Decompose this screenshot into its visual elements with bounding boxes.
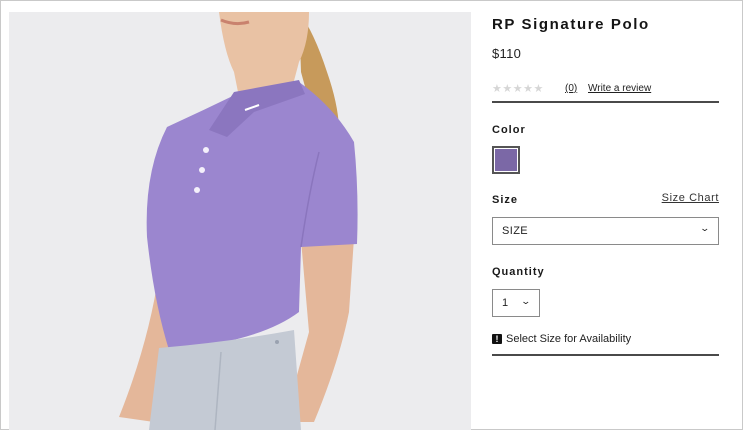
- size-chart-link[interactable]: Size Chart: [662, 192, 719, 204]
- size-select-value: SIZE: [502, 225, 529, 237]
- product-title: RP Signature Polo: [492, 16, 650, 33]
- write-review-link[interactable]: Write a review: [588, 83, 651, 94]
- size-label: Size: [492, 194, 519, 206]
- color-label: Color: [492, 124, 526, 136]
- divider: [492, 101, 719, 103]
- color-swatch-fill: [495, 149, 517, 171]
- chevron-down-icon: ⌄: [699, 223, 711, 233]
- quantity-label: Quantity: [492, 266, 545, 278]
- color-swatch-selected[interactable]: [492, 146, 520, 174]
- availability-text: Select Size for Availability: [506, 333, 632, 345]
- star-rating-icon: ★★★★★: [492, 83, 544, 95]
- size-select[interactable]: SIZE ⌄: [492, 217, 719, 245]
- product-photo-illustration: [9, 12, 471, 430]
- review-count-link[interactable]: (0): [565, 83, 577, 94]
- product-price: $110: [492, 46, 522, 61]
- quantity-select-value: 1: [502, 297, 509, 309]
- product-image: [9, 12, 471, 430]
- chevron-down-icon: ⌄: [520, 296, 532, 306]
- divider: [492, 354, 719, 356]
- exclamation-icon: !: [492, 334, 502, 344]
- rating-row: ★★★★★ (0) Write a review: [492, 82, 719, 102]
- quantity-select[interactable]: 1 ⌄: [492, 289, 540, 317]
- availability-message: ! Select Size for Availability: [492, 333, 631, 345]
